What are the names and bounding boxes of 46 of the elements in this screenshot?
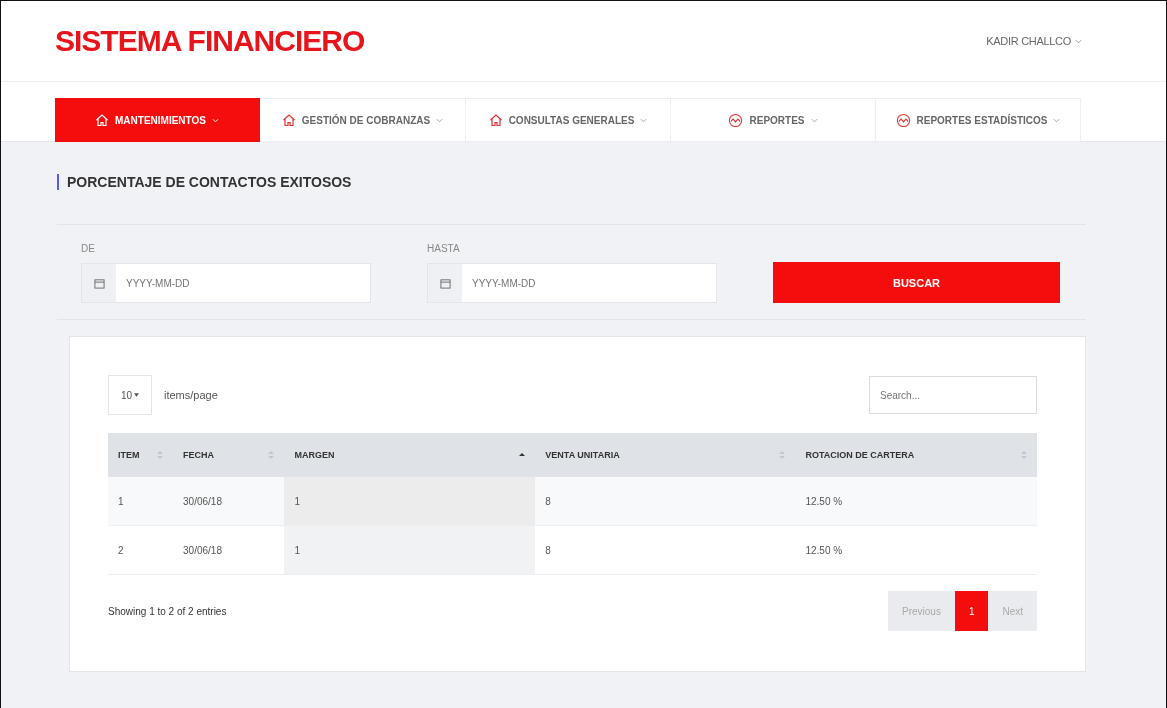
- calendar-icon: [93, 277, 105, 289]
- page-button[interactable]: 1: [954, 591, 989, 631]
- column-header[interactable]: VENTA UNITARIA: [535, 433, 796, 477]
- caret-icon: [1053, 117, 1061, 123]
- table-cell: 2: [108, 525, 173, 575]
- table-cell: 30/06/18: [173, 477, 285, 526]
- house-icon: [488, 113, 503, 127]
- column-header[interactable]: ITEM: [108, 433, 173, 477]
- caret-icon: [640, 117, 648, 123]
- caret-icon: [211, 117, 219, 123]
- caret-icon: [810, 117, 818, 123]
- table-cell: 8: [535, 477, 796, 526]
- field-label: HASTA: [427, 243, 461, 254]
- table-cell: 1: [284, 477, 536, 526]
- column-header[interactable]: MARGEN: [284, 433, 536, 477]
- nav-tab[interactable]: GESTIÓN DE COBRANZAS: [260, 98, 466, 142]
- page-size-dropdown[interactable]: 10: [108, 375, 152, 415]
- nav-tab[interactable]: MANTENIMIENTOS: [55, 98, 260, 142]
- table-cell: 1: [284, 525, 536, 575]
- caret-icon: [436, 117, 444, 123]
- table-cell: 12.50 %: [795, 525, 1037, 575]
- entries-info: Showing 1 to 2 of 2 entries: [108, 605, 227, 617]
- page-title: PORCENTAJE DE CONTACTOS EXITOSOS: [57, 174, 1086, 190]
- search-button[interactable]: BUSCAR: [773, 262, 1060, 303]
- house-icon: [95, 113, 110, 127]
- date-field[interactable]: YYYY-MM-DD: [427, 263, 717, 303]
- caret-icon: [1075, 38, 1082, 44]
- column-header[interactable]: ROTACION DE CARTERA: [795, 433, 1037, 477]
- nav-tab[interactable]: REPORTES: [671, 98, 876, 142]
- caret-icon: [134, 393, 140, 397]
- user-menu[interactable]: KADIR CHALLCO: [980, 34, 1088, 48]
- column-header[interactable]: FECHA: [173, 433, 285, 477]
- nav-tab[interactable]: REPORTES ESTADÍSTICOS: [876, 98, 1081, 142]
- table-cell: 12.50 %: [795, 477, 1037, 526]
- table-cell: 8: [535, 525, 796, 575]
- date-field[interactable]: YYYY-MM-DD: [81, 263, 371, 303]
- app-logo: SISTEMA FINANCIERO: [55, 24, 365, 58]
- page-size-label: items/page: [164, 389, 218, 401]
- wave-circle-icon: [895, 112, 911, 128]
- calendar-icon: [439, 277, 451, 289]
- wave-circle-icon: [728, 112, 744, 128]
- field-label: DE: [81, 243, 96, 254]
- table-cell: 1: [108, 477, 173, 526]
- nav-tab[interactable]: CONSULTAS GENERALES: [466, 98, 671, 142]
- house-icon: [281, 113, 296, 127]
- search-field[interactable]: Search...: [869, 376, 1037, 414]
